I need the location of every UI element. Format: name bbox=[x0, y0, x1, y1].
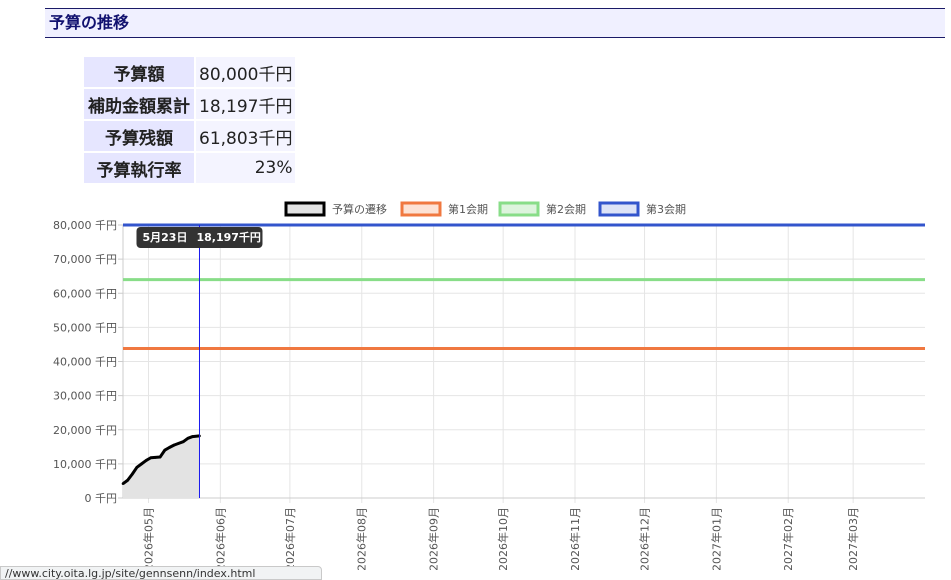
summary-row-remaining: 予算残額 61,803千円 bbox=[84, 121, 296, 151]
y-tick-label: 0 千円 bbox=[85, 492, 118, 505]
tooltip-value: 18,197千円 bbox=[196, 230, 260, 244]
x-tick-label: 2026年08月 bbox=[355, 507, 369, 570]
x-tick-label: 2027年01月 bbox=[709, 507, 723, 570]
data-point bbox=[181, 440, 185, 443]
legend-label: 第2会期 bbox=[546, 202, 586, 216]
data-point bbox=[135, 465, 139, 469]
y-tick-label: 80,000 千円 bbox=[53, 219, 117, 232]
data-point bbox=[144, 459, 148, 462]
y-tick-label: 20,000 千円 bbox=[53, 424, 117, 437]
data-point bbox=[149, 456, 153, 460]
legend-item-0[interactable]: 予算の遷移 bbox=[284, 201, 387, 217]
x-tick-label: 2026年06月 bbox=[213, 507, 227, 570]
y-tick-label: 40,000 千円 bbox=[53, 356, 117, 369]
data-point bbox=[168, 446, 171, 449]
x-tick-label: 2026年12月 bbox=[638, 507, 652, 570]
budget-label: 予算額 bbox=[84, 57, 194, 87]
legend-label: 第1会期 bbox=[448, 202, 488, 216]
data-point bbox=[126, 478, 129, 482]
legend-label: 第3会期 bbox=[646, 202, 686, 216]
y-tick-label: 10,000 千円 bbox=[53, 458, 117, 471]
legend-item-3[interactable]: 第3会期 bbox=[598, 201, 686, 217]
legend-label: 予算の遷移 bbox=[332, 202, 387, 216]
rate-label: 予算執行率 bbox=[84, 153, 194, 183]
legend-swatch bbox=[400, 201, 442, 217]
cumulative-label: 補助金額累計 bbox=[84, 89, 194, 119]
data-point bbox=[154, 456, 157, 459]
data-point bbox=[191, 435, 194, 438]
summary-row-rate: 予算執行率 23% bbox=[84, 153, 296, 183]
legend-swatch bbox=[284, 201, 326, 217]
tooltip-date: 5月23日 bbox=[142, 231, 187, 244]
remaining-label: 予算残額 bbox=[84, 121, 194, 151]
x-tick-label: 2026年05月 bbox=[141, 507, 155, 570]
x-tick-label: 2026年10月 bbox=[496, 507, 510, 570]
data-point bbox=[158, 455, 162, 459]
data-point bbox=[130, 472, 134, 476]
x-tick-label: 2026年11月 bbox=[568, 507, 582, 570]
section-title: 予算の推移 bbox=[45, 8, 945, 38]
legend-item-1[interactable]: 第1会期 bbox=[400, 201, 488, 217]
x-tick-label: 2027年03月 bbox=[846, 507, 860, 570]
data-point bbox=[172, 443, 176, 447]
y-tick-label: 30,000 千円 bbox=[53, 390, 117, 403]
data-point bbox=[140, 462, 143, 466]
data-point bbox=[163, 448, 167, 452]
remaining-value: 61,803千円 bbox=[196, 121, 296, 151]
y-tick-label: 60,000 千円 bbox=[53, 287, 117, 300]
data-point bbox=[121, 482, 125, 485]
y-tick-label: 50,000 千円 bbox=[53, 321, 117, 334]
tooltip: 5月23日 18,197千円 bbox=[136, 227, 263, 248]
summary-row-budget: 予算額 80,000千円 bbox=[84, 57, 296, 87]
rate-value: 23% bbox=[196, 153, 296, 183]
y-tick-label: 70,000 千円 bbox=[53, 253, 117, 266]
budget-value: 80,000千円 bbox=[196, 57, 296, 87]
legend-item-2[interactable]: 第2会期 bbox=[498, 201, 586, 217]
legend-swatch bbox=[598, 201, 640, 217]
x-tick-label: 2027年02月 bbox=[781, 507, 795, 570]
x-tick-label: 2026年07月 bbox=[283, 507, 297, 570]
budget-summary-table: 予算額 80,000千円 補助金額累計 18,197千円 予算残額 61,803… bbox=[82, 55, 297, 185]
summary-row-cumulative: 補助金額累計 18,197千円 bbox=[84, 89, 296, 119]
cumulative-area bbox=[123, 435, 200, 498]
data-point bbox=[177, 442, 180, 445]
legend-swatch bbox=[498, 201, 540, 217]
data-point bbox=[186, 436, 190, 440]
cumulative-value: 18,197千円 bbox=[196, 89, 296, 119]
x-tick-label: 2026年09月 bbox=[427, 507, 441, 570]
budget-line-chart[interactable]: 80,000 千円 70,000 千円 60,000 千円 50,000 千円 40,0… bbox=[0, 195, 951, 570]
